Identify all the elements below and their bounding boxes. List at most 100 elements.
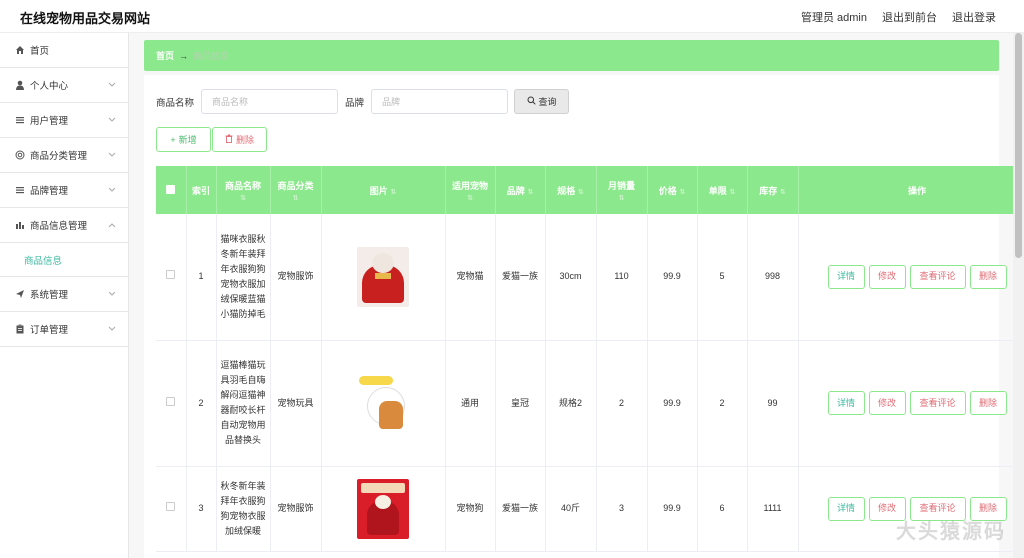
row-select-cell[interactable]: [156, 466, 187, 552]
breadcrumb-home[interactable]: 首页: [156, 49, 174, 62]
cell-spec: 40斤: [545, 466, 597, 552]
clipboard-icon: [14, 324, 25, 335]
delete-button[interactable]: 删除: [969, 264, 1007, 289]
cell-index: 1: [186, 214, 217, 341]
col-header-image[interactable]: 图片 ⇅: [321, 166, 446, 214]
cell-name: 秋冬新年装拜年衣服狗狗宠物衣服加绒保暖: [216, 466, 271, 552]
search-button[interactable]: 查询: [514, 89, 570, 114]
exit-to-front-link[interactable]: 退出到前台: [882, 9, 937, 25]
main-content: 首页 → 商品信息 商品名称 品牌 查询 + 新增 删除: [129, 33, 1024, 558]
row-checkbox[interactable]: [166, 270, 176, 280]
sort-icon[interactable]: ⇅: [780, 189, 786, 196]
cell-limit: 2: [697, 340, 748, 467]
sort-icon[interactable]: ⇅: [271, 194, 321, 202]
col-header-label: 月销量: [607, 180, 635, 191]
sort-icon[interactable]: ⇅: [578, 189, 584, 196]
sort-icon[interactable]: ⇅: [527, 189, 533, 196]
cell-category: 宠物玩具: [270, 340, 322, 467]
cell-sales: 110: [596, 214, 648, 341]
sort-icon[interactable]: ⇅: [390, 189, 396, 196]
cell-category: 宠物服饰: [270, 214, 322, 341]
breadcrumb-current: 商品信息: [193, 51, 230, 61]
col-header-spec[interactable]: 规格 ⇅: [545, 166, 597, 214]
delete-button[interactable]: 删除: [969, 391, 1007, 415]
table-row: 1 猫咪衣服秋冬新年装拜年衣服狗狗宠物衣服加绒保暖蓝猫小猫防掉毛 宠物服饰 宠物…: [156, 214, 1024, 341]
detail-button[interactable]: 详情: [827, 264, 865, 289]
row-select-cell[interactable]: [156, 214, 187, 341]
chevron-down-icon: [108, 289, 116, 300]
list-icon: [14, 115, 25, 126]
cell-sales: 2: [596, 340, 648, 467]
col-header-name[interactable]: 商品名称 ⇅: [216, 166, 271, 214]
col-header-label: 商品名称: [224, 180, 261, 191]
cell-pet: 宠物狗: [445, 466, 496, 552]
top-bar: 在线宠物用品交易网站 管理员 admin 退出到前台 退出登录: [0, 0, 1024, 33]
logout-link[interactable]: 退出登录: [952, 9, 996, 25]
sort-icon[interactable]: ⇅: [679, 189, 685, 196]
sidebar-item-home[interactable]: 首页: [0, 33, 128, 68]
col-header-label: 商品分类: [277, 180, 314, 191]
col-header-limit[interactable]: 单限 ⇅: [697, 166, 748, 214]
sidebar-item-label: 个人中心: [30, 81, 69, 92]
table-row: 3 秋冬新年装拜年衣服狗狗宠物衣服加绒保暖 宠物服饰 宠物狗 爱猫一族 40斤 …: [156, 466, 1024, 552]
view-reviews-button[interactable]: 查看评论: [909, 264, 966, 289]
brand-search-input[interactable]: [371, 89, 509, 114]
select-all-checkbox[interactable]: [166, 184, 176, 194]
cell-name: 猫咪衣服秋冬新年装拜年衣服狗狗宠物衣服加绒保暖蓝猫小猫防掉毛: [216, 214, 271, 341]
sidebar-subitem-goods-info[interactable]: 商品信息: [0, 243, 128, 277]
col-header-sales[interactable]: 月销量 ⇅: [596, 166, 648, 214]
sidebar-item-goods[interactable]: 商品信息管理: [0, 208, 128, 243]
sidebar-item-personal[interactable]: 个人中心: [0, 68, 128, 103]
col-header-category[interactable]: 商品分类 ⇅: [270, 166, 322, 214]
sidebar-item-orders[interactable]: 订单管理: [0, 312, 128, 347]
view-reviews-button[interactable]: 查看评论: [909, 391, 966, 415]
product-image[interactable]: [357, 373, 409, 433]
cell-brand: 爱猫一族: [495, 214, 546, 341]
cell-limit: 5: [697, 214, 748, 341]
col-header-pet[interactable]: 适用宠物 ⇅: [445, 166, 496, 214]
plus-icon: +: [170, 134, 176, 145]
brand-search-label: 品牌: [345, 97, 365, 109]
select-all-cell[interactable]: [156, 166, 187, 214]
sidebar-item-system[interactable]: 系统管理: [0, 277, 128, 312]
detail-button[interactable]: 详情: [827, 391, 865, 415]
scrollbar-thumb[interactable]: [1015, 33, 1022, 258]
search-bar: 商品名称 品牌 查询: [156, 89, 570, 114]
row-checkbox[interactable]: [166, 396, 176, 406]
admin-label[interactable]: 管理员 admin: [801, 9, 867, 25]
sort-icon[interactable]: ⇅: [729, 189, 735, 196]
edit-button[interactable]: 修改: [868, 391, 906, 415]
col-header-price[interactable]: 价格 ⇅: [647, 166, 698, 214]
cell-brand: 爱猫一族: [495, 466, 546, 552]
col-header-label: 适用宠物: [451, 180, 488, 191]
arrow-right-icon: →: [179, 50, 189, 61]
chevron-down-icon: [108, 80, 116, 91]
sort-icon[interactable]: ⇅: [597, 194, 647, 202]
col-header-label: 品牌: [506, 185, 525, 196]
breadcrumb: 首页 → 商品信息: [144, 40, 999, 71]
cell-price: 99.9: [647, 340, 698, 467]
sidebar-item-brand[interactable]: 品牌管理: [0, 173, 128, 208]
sort-icon[interactable]: ⇅: [217, 194, 270, 202]
page-scrollbar[interactable]: [1013, 33, 1024, 558]
table-row: 2 逗猫棒猫玩具羽毛自嗨解闷逗猫神器耐咬长杆自动宠物用品替换头 宠物玩具 通用 …: [156, 340, 1024, 467]
sort-icon[interactable]: ⇅: [446, 194, 495, 202]
send-icon: [14, 289, 25, 300]
product-image[interactable]: [357, 478, 409, 539]
name-search-input[interactable]: [201, 89, 339, 114]
sidebar-item-category[interactable]: 商品分类管理: [0, 138, 128, 173]
edit-button[interactable]: 修改: [868, 264, 906, 289]
col-header-stock[interactable]: 库存 ⇅: [747, 166, 799, 214]
row-checkbox[interactable]: [166, 502, 176, 511]
row-select-cell[interactable]: [156, 340, 187, 467]
sidebar-item-label: 首页: [30, 46, 50, 57]
cell-image: [321, 340, 446, 467]
sidebar-item-users[interactable]: 用户管理: [0, 103, 128, 138]
add-button[interactable]: + 新增: [156, 127, 211, 152]
detail-button[interactable]: 详情: [827, 496, 865, 521]
product-image[interactable]: [357, 246, 409, 307]
col-header-brand[interactable]: 品牌 ⇅: [495, 166, 546, 214]
batch-delete-button[interactable]: 删除: [212, 127, 267, 152]
sidebar-item-label: 品牌管理: [30, 186, 69, 197]
add-button-label: 新增: [178, 135, 197, 145]
